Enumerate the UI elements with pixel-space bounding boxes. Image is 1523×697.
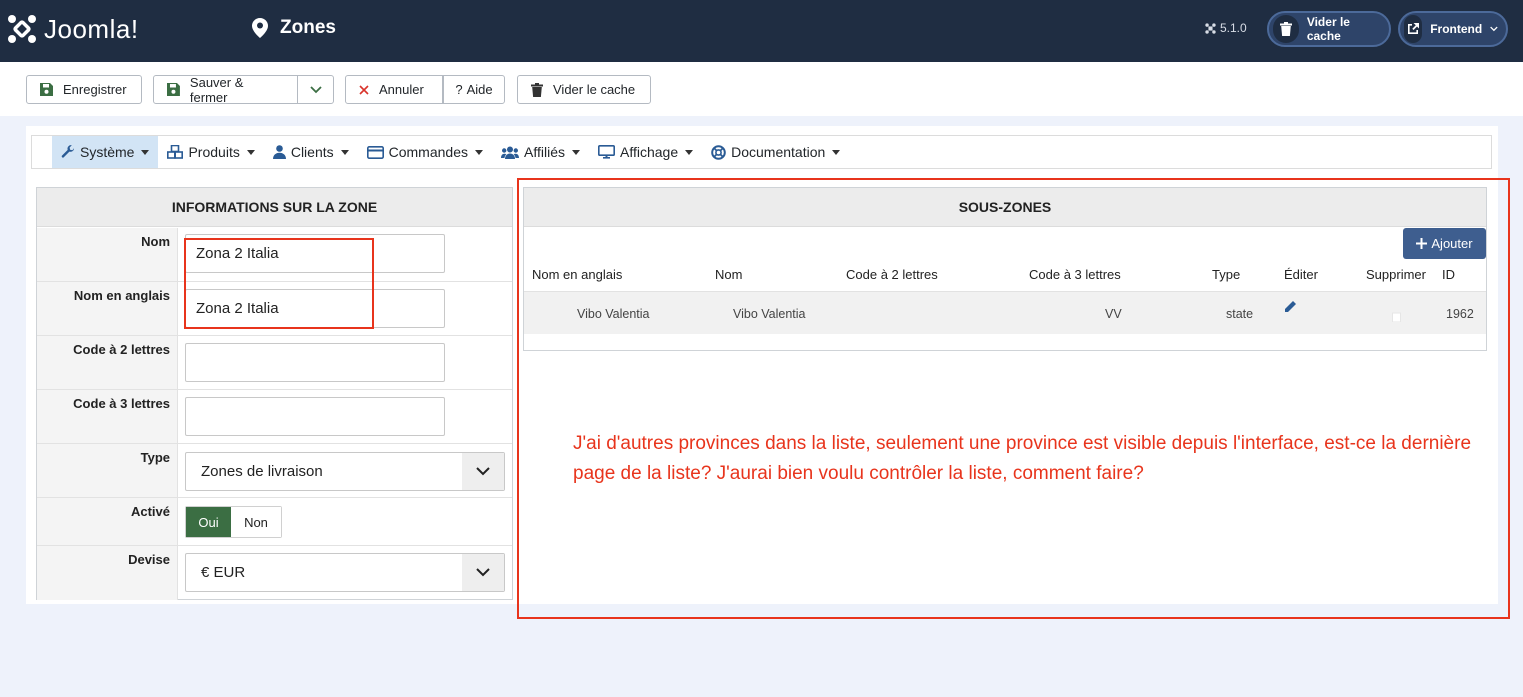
- type-select[interactable]: Zones de livraison: [185, 452, 505, 491]
- active-toggle: Oui Non: [185, 506, 282, 538]
- header-clear-cache-button[interactable]: Vider le cache: [1267, 11, 1391, 47]
- caret-down-icon: [340, 149, 349, 155]
- caret-down-icon: [832, 149, 841, 155]
- external-link-icon: [1404, 15, 1423, 43]
- currency-select[interactable]: € EUR: [185, 553, 505, 592]
- active-no-option[interactable]: Non: [231, 507, 281, 537]
- lifebuoy-icon: [711, 144, 726, 160]
- annotation-highlight-box: [184, 238, 374, 329]
- floppy-disk-icon: [40, 83, 53, 96]
- logo-text: Joomla!: [44, 13, 139, 44]
- menu-produits[interactable]: Produits: [158, 136, 263, 168]
- code2-input[interactable]: [185, 343, 445, 382]
- joomla-logo[interactable]: Joomla!: [6, 13, 139, 45]
- menu-label: Clients: [290, 144, 334, 160]
- menu-affichage[interactable]: Affichage: [589, 136, 702, 168]
- active-row: Activé Oui Non: [37, 498, 512, 546]
- joomla-logo-icon: [8, 15, 36, 43]
- menu-label: Affiliés: [524, 144, 565, 160]
- save-close-label: Sauver & fermer: [189, 74, 244, 105]
- version-text: 5.1.0: [1220, 21, 1247, 35]
- close-icon: [359, 84, 369, 95]
- type-label: Type: [37, 444, 178, 497]
- menu-systeme[interactable]: Système: [52, 136, 159, 168]
- cancel-label: Annuler: [379, 82, 424, 97]
- english-name-label: Nom en anglais: [37, 282, 178, 335]
- code3-label: Code à 3 lettres: [37, 390, 178, 443]
- active-label: Activé: [37, 498, 178, 545]
- save-options-dropdown[interactable]: [297, 75, 334, 104]
- desktop-icon: [597, 145, 615, 159]
- save-close-button[interactable]: Sauver & fermer: [153, 74, 298, 105]
- credit-card-icon: [366, 145, 384, 159]
- menu-clients[interactable]: Clients: [264, 136, 358, 168]
- component-menu: Système Produits Clients Commandes Affil…: [31, 135, 1492, 169]
- currency-select-value: € EUR: [201, 564, 246, 581]
- wrench-icon: [61, 145, 75, 158]
- trash-icon: [531, 82, 543, 97]
- page-title-text: Zones: [280, 17, 336, 38]
- users-icon: [501, 146, 519, 159]
- help-label: Aide: [466, 82, 493, 97]
- type-select-value: Zones de livraison: [201, 463, 323, 480]
- menu-label: Système: [80, 144, 135, 160]
- menu-commandes[interactable]: Commandes: [358, 136, 492, 168]
- menu-label: Documentation: [731, 144, 826, 160]
- annotation-note: J'ai d'autres provinces dans la liste, s…: [573, 433, 1472, 484]
- currency-label: Devise: [37, 546, 178, 600]
- chevron-down-icon: [1490, 26, 1498, 32]
- save-label: Enregistrer: [63, 82, 127, 97]
- menu-label: Commandes: [388, 144, 468, 160]
- name-label: Nom: [37, 228, 178, 281]
- header-frontend-label: Frontend: [1430, 22, 1483, 36]
- action-toolbar: Enregistrer Sauver & fermer Annuler ? Ai…: [0, 62, 1523, 116]
- code2-row: Code à 2 lettres: [37, 336, 512, 390]
- header-clear-cache-label: Vider le cache: [1306, 15, 1350, 43]
- save-button[interactable]: Enregistrer: [26, 75, 142, 104]
- chevron-down-icon: [462, 453, 504, 490]
- menu-label: Produits: [188, 144, 240, 160]
- active-yes-option[interactable]: Oui: [186, 507, 231, 537]
- cubes-icon: [167, 145, 184, 159]
- user-icon: [272, 145, 286, 159]
- question-icon: ?: [455, 82, 463, 97]
- menu-affilies[interactable]: Affiliés: [492, 136, 589, 168]
- code2-label: Code à 2 lettres: [37, 336, 178, 389]
- currency-row: Devise € EUR: [37, 546, 512, 600]
- toolbar-clear-cache-label: Vider le cache: [553, 82, 636, 97]
- help-button[interactable]: ? Aide: [443, 75, 505, 104]
- chevron-down-icon: [309, 85, 322, 93]
- caret-down-icon: [475, 149, 483, 155]
- cancel-button[interactable]: Annuler: [345, 75, 443, 104]
- code3-input[interactable]: [185, 397, 445, 436]
- type-row: Type Zones de livraison: [37, 444, 512, 498]
- caret-down-icon: [141, 149, 150, 155]
- chevron-down-icon: [462, 554, 504, 591]
- header-frontend-button[interactable]: Frontend: [1398, 11, 1508, 47]
- joomla-small-icon: [1205, 22, 1216, 34]
- menu-label: Affichage: [619, 144, 679, 160]
- caret-down-icon: [571, 149, 580, 155]
- top-header: Joomla! Zones 5.1.0 Vider le cache Front…: [0, 0, 1523, 62]
- trash-icon: [1273, 15, 1299, 43]
- caret-down-icon: [246, 149, 255, 155]
- floppy-disk-icon: [167, 83, 180, 96]
- annotation-outline-box: [517, 178, 1510, 619]
- zone-info-title: INFORMATIONS SUR LA ZONE: [37, 188, 512, 227]
- menu-documentation[interactable]: Documentation: [702, 136, 849, 168]
- caret-down-icon: [685, 149, 694, 155]
- version-badge: 5.1.0: [1205, 21, 1247, 35]
- map-marker-icon: [252, 18, 268, 38]
- toolbar-clear-cache-button[interactable]: Vider le cache: [517, 75, 651, 104]
- code3-row: Code à 3 lettres: [37, 390, 512, 444]
- page-title: Zones: [252, 17, 336, 39]
